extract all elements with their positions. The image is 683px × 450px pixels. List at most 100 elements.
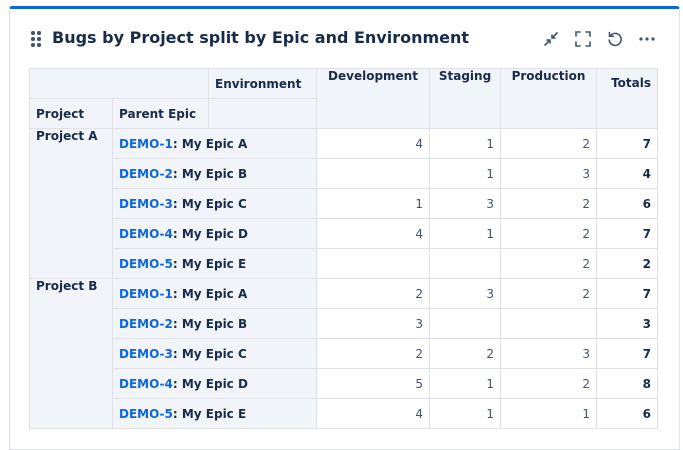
corner-header	[29, 68, 209, 99]
value-cell[interactable]	[500, 308, 597, 339]
table-row: DEMO-5: My Epic E4116	[30, 398, 658, 429]
refresh-icon[interactable]	[604, 28, 626, 50]
total-cell: 2	[596, 248, 658, 279]
total-cell: 7	[596, 218, 658, 249]
drag-handle-icon[interactable]	[31, 31, 41, 47]
table-row: DEMO-4: My Epic D5128	[30, 368, 658, 399]
value-cell[interactable]: 2	[316, 278, 430, 309]
value-cell[interactable]: 2	[500, 248, 597, 279]
pivot-table: Environment Development Staging Producti…	[29, 68, 658, 429]
column-header[interactable]: Staging	[429, 68, 501, 129]
value-cell[interactable]: 1	[429, 218, 501, 249]
value-cell[interactable]: 1	[500, 398, 597, 429]
value-cell[interactable]	[429, 308, 501, 339]
epic-cell: DEMO-5: My Epic E	[112, 398, 317, 429]
value-cell[interactable]: 3	[500, 338, 597, 369]
value-cell[interactable]: 1	[429, 128, 501, 159]
issue-key-link[interactable]: DEMO-2	[119, 167, 173, 181]
value-cell[interactable]: 4	[316, 398, 430, 429]
total-cell: 7	[596, 278, 658, 309]
epic-summary: : My Epic B	[172, 316, 248, 331]
value-cell[interactable]: 3	[429, 278, 501, 309]
epic-cell: DEMO-4: My Epic D	[112, 368, 317, 399]
value-cell[interactable]: 2	[500, 278, 597, 309]
value-cell[interactable]: 5	[316, 368, 430, 399]
total-cell: 3	[596, 308, 658, 339]
issue-key-link[interactable]: DEMO-4	[119, 377, 173, 391]
epic-cell: DEMO-1: My Epic A	[112, 128, 317, 159]
more-icon[interactable]	[636, 28, 658, 50]
total-cell: 4	[596, 158, 658, 189]
table-row: DEMO-5: My Epic E 22	[30, 248, 658, 279]
epic-summary: : My Epic A	[172, 286, 248, 301]
total-cell: 7	[596, 338, 658, 369]
blank-header	[208, 98, 317, 129]
gadget-title: Bugs by Project split by Epic and Enviro…	[52, 28, 470, 47]
totals-header: Totals	[596, 68, 658, 129]
value-cell[interactable]: 4	[316, 128, 430, 159]
project-cell: Project A	[29, 128, 113, 279]
epic-cell: DEMO-3: My Epic C	[112, 188, 317, 219]
issue-key-link[interactable]: DEMO-2	[119, 317, 173, 331]
issue-key-link[interactable]: DEMO-5	[119, 407, 173, 421]
epic-summary: : My Epic E	[172, 406, 247, 421]
epic-summary: : My Epic D	[172, 376, 248, 391]
value-cell[interactable]	[316, 158, 430, 189]
value-cell[interactable]: 1	[429, 398, 501, 429]
column-header[interactable]: Production	[500, 68, 597, 129]
epic-summary: : My Epic E	[172, 256, 247, 271]
value-cell[interactable]: 3	[429, 188, 501, 219]
total-cell: 6	[596, 188, 658, 219]
issue-key-link[interactable]: DEMO-3	[119, 347, 173, 361]
table-row: Project A DEMO-1: My Epic A4127	[29, 128, 658, 279]
issue-key-link[interactable]: DEMO-4	[119, 227, 173, 241]
table-row: DEMO-4: My Epic D4127	[30, 218, 658, 249]
value-cell[interactable]: 2	[500, 218, 597, 249]
epic-cell: DEMO-1: My Epic A	[112, 278, 317, 309]
issue-key-link[interactable]: DEMO-1	[119, 287, 173, 301]
row-dimension-header[interactable]: Parent Epic	[112, 98, 209, 129]
value-cell[interactable]: 1	[316, 188, 430, 219]
epic-summary: : My Epic C	[172, 196, 247, 211]
value-cell[interactable]	[429, 248, 501, 279]
value-cell[interactable]: 3	[500, 158, 597, 189]
row-dimension-header[interactable]: Project	[29, 98, 113, 129]
value-cell[interactable]: 2	[429, 338, 501, 369]
value-cell[interactable]: 1	[429, 158, 501, 189]
gadget-header: Bugs by Project split by Epic and Enviro…	[10, 9, 679, 65]
epic-cell: DEMO-4: My Epic D	[112, 218, 317, 249]
value-cell[interactable]: 3	[316, 308, 430, 339]
table-row: Project B DEMO-1: My Epic A2327	[29, 278, 658, 429]
epic-summary: : My Epic A	[172, 136, 248, 151]
value-cell[interactable]: 2	[316, 338, 430, 369]
epic-summary: : My Epic D	[172, 226, 248, 241]
value-cell[interactable]: 4	[316, 218, 430, 249]
column-header[interactable]: Development	[316, 68, 430, 129]
value-cell[interactable]: 2	[500, 188, 597, 219]
epic-cell: DEMO-3: My Epic C	[112, 338, 317, 369]
column-dimension-header: Environment	[208, 68, 317, 99]
total-cell: 7	[596, 128, 658, 159]
issue-key-link[interactable]: DEMO-1	[119, 137, 173, 151]
epic-summary: : My Epic B	[172, 166, 248, 181]
epic-cell: DEMO-5: My Epic E	[112, 248, 317, 279]
table-row: DEMO-3: My Epic C2237	[30, 338, 658, 369]
collapse-icon[interactable]	[540, 28, 562, 50]
project-cell: Project B	[29, 278, 113, 429]
total-cell: 6	[596, 398, 658, 429]
value-cell[interactable]	[316, 248, 430, 279]
total-cell: 8	[596, 368, 658, 399]
table-row: DEMO-2: My Epic B33	[30, 308, 658, 339]
value-cell[interactable]: 2	[500, 128, 597, 159]
issue-key-link[interactable]: DEMO-3	[119, 197, 173, 211]
table-row: DEMO-3: My Epic C1326	[30, 188, 658, 219]
table-row: DEMO-2: My Epic B 134	[30, 158, 658, 189]
gadget-panel: Bugs by Project split by Epic and Enviro…	[9, 6, 680, 450]
epic-cell: DEMO-2: My Epic B	[112, 308, 317, 339]
epic-cell: DEMO-2: My Epic B	[112, 158, 317, 189]
value-cell[interactable]: 2	[500, 368, 597, 399]
epic-summary: : My Epic C	[172, 346, 247, 361]
fullscreen-icon[interactable]	[572, 28, 594, 50]
value-cell[interactable]: 1	[429, 368, 501, 399]
issue-key-link[interactable]: DEMO-5	[119, 257, 173, 271]
